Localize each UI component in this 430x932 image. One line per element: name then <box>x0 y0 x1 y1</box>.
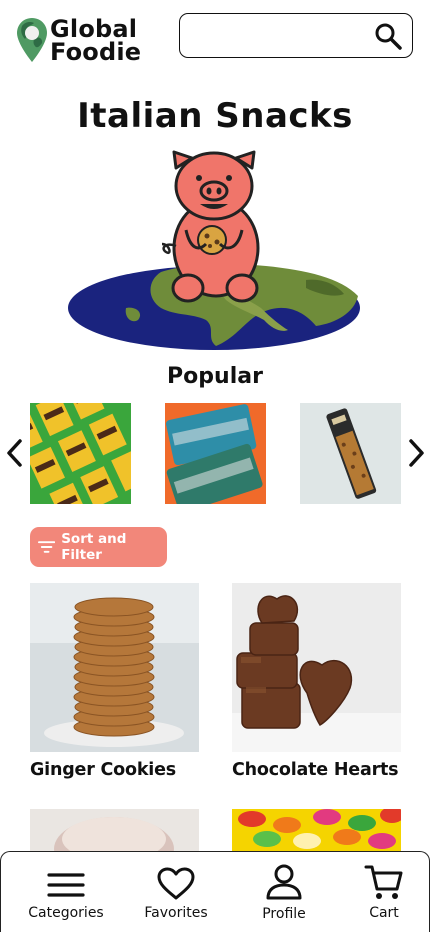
nav-item-profile[interactable]: Profile <box>239 852 329 932</box>
menu-icon <box>47 873 85 897</box>
popular-item-bar[interactable] <box>300 403 401 504</box>
popular-item-pulsitos[interactable] <box>165 403 266 504</box>
search-input[interactable] <box>190 22 370 50</box>
sort-filter-label: Sort and Filter <box>61 531 127 563</box>
search-icon[interactable] <box>374 22 402 50</box>
snack-bar-image <box>300 403 401 504</box>
product-chocolate-hearts-image[interactable] <box>232 583 401 752</box>
cart-icon <box>364 865 403 899</box>
muddy-bites-image <box>30 403 131 504</box>
pig-mascot <box>161 150 260 303</box>
bottom-navigation: Categories Favorites Profile Cart <box>0 851 430 932</box>
search-bar[interactable] <box>179 13 413 58</box>
nav-label-categories: Categories <box>28 905 104 921</box>
app-logo[interactable]: Global Foodie <box>16 16 141 66</box>
logo-text: Global Foodie <box>50 17 142 66</box>
filter-icon <box>38 541 56 553</box>
nav-label-cart: Cart <box>369 905 399 921</box>
popular-section-title: Popular <box>167 364 263 389</box>
location-pin-icon <box>17 18 47 62</box>
heart-icon <box>157 867 195 900</box>
product-ginger-cookies-image[interactable] <box>30 583 199 752</box>
chevron-left-icon[interactable] <box>3 438 27 468</box>
product-name[interactable]: Chocolate Hearts <box>232 760 399 780</box>
product-name[interactable]: Ginger Cookies <box>30 760 176 780</box>
chevron-right-icon[interactable] <box>404 438 428 468</box>
logo-line-2: Foodie <box>50 38 142 66</box>
page-title: Italian Snacks <box>77 96 353 136</box>
popular-item-muddy-bites[interactable] <box>30 403 131 504</box>
ginger-cookies-photo <box>30 583 199 752</box>
sort-filter-button[interactable]: Sort and Filter <box>30 527 167 567</box>
chocolate-hearts-photo <box>232 583 401 752</box>
pulsitos-image <box>165 403 266 504</box>
nav-item-favorites[interactable]: Favorites <box>131 852 221 932</box>
app-header: Global Foodie <box>0 0 430 80</box>
nav-label-favorites: Favorites <box>144 905 208 921</box>
nav-item-categories[interactable]: Categories <box>21 852 111 932</box>
nav-label-profile: Profile <box>262 906 306 922</box>
pig-on-globe-illustration <box>68 150 360 350</box>
nav-item-cart[interactable]: Cart <box>339 852 429 932</box>
user-icon <box>266 864 302 900</box>
